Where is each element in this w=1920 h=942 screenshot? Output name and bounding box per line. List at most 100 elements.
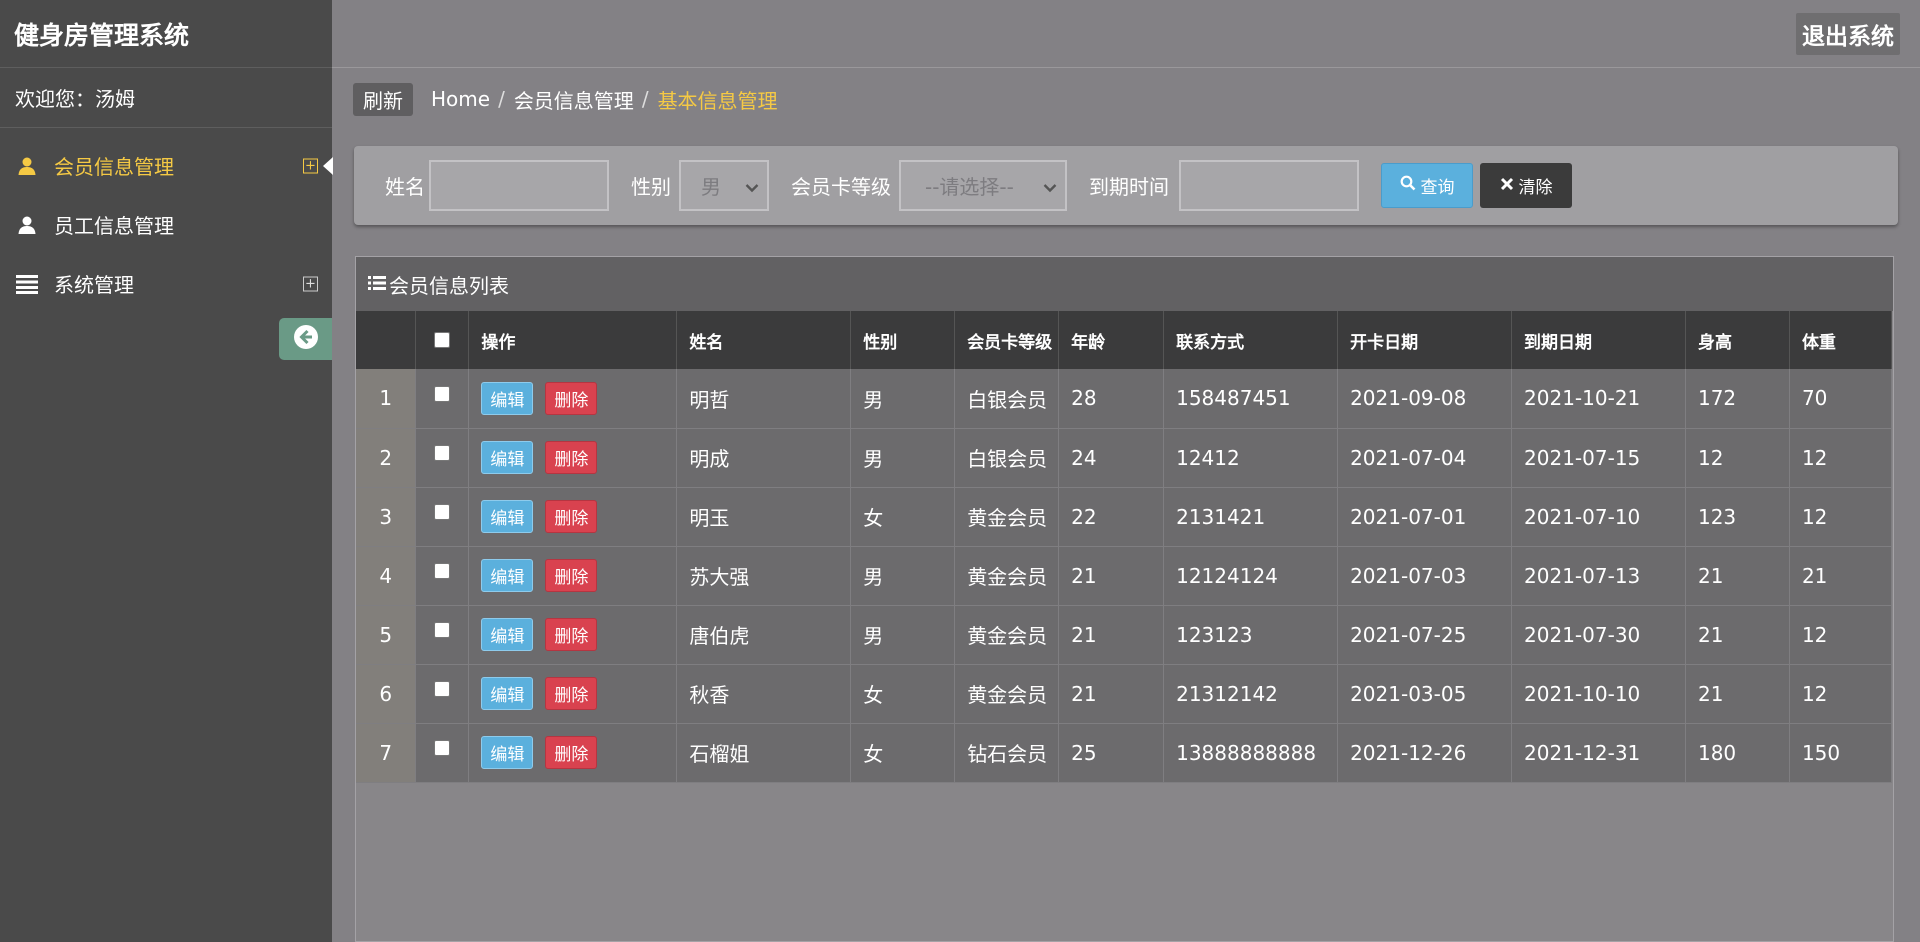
cell-end-date: 2021-10-10 [1511, 664, 1686, 724]
row-checkbox[interactable] [434, 385, 451, 402]
name-input[interactable] [429, 160, 609, 211]
delete-button[interactable]: 删除 [545, 618, 598, 651]
table-header-row: 操作 姓名 性别 会员卡等级 年龄 联系方式 开卡日期 到期日期 身高 体重 [356, 311, 1893, 369]
delete-button[interactable]: 删除 [545, 500, 598, 533]
row-checkbox[interactable] [434, 740, 451, 756]
expand-plus-icon[interactable]: + [303, 276, 318, 291]
cell-gender: 男 [850, 605, 956, 665]
expire-label: 到期时间 [1089, 175, 1169, 199]
list-icon [16, 273, 38, 295]
delete-button[interactable]: 删除 [545, 736, 598, 769]
cell-name: 秋香 [676, 664, 852, 724]
cell-start-date: 2021-07-25 [1337, 605, 1513, 665]
chevron-down-icon [1043, 174, 1057, 198]
sidebar-item-member-info[interactable]: 会员信息管理 + [0, 136, 333, 195]
sidebar-collapse-button[interactable] [279, 318, 332, 360]
cell-weight: 21 [1789, 546, 1893, 606]
delete-button[interactable]: 删除 [545, 559, 598, 592]
delete-button[interactable]: 删除 [545, 381, 598, 415]
cell-weight: 12 [1789, 664, 1893, 724]
edit-button[interactable]: 编辑 [481, 559, 534, 592]
row-checkbox[interactable] [434, 504, 451, 520]
card-level-select[interactable]: --请选择-- [899, 160, 1067, 211]
column-header-weight: 体重 [1789, 311, 1893, 369]
column-header-gender: 性别 [850, 311, 956, 369]
column-header-level: 会员卡等级 [954, 311, 1060, 369]
gender-select-value: 男 [701, 175, 721, 199]
row-select-cell [415, 487, 470, 547]
cell-level: 白银会员 [954, 428, 1060, 488]
row-index: 6 [356, 664, 417, 724]
delete-button[interactable]: 删除 [545, 441, 598, 474]
cell-gender: 女 [850, 664, 956, 724]
cell-weight: 12 [1789, 428, 1893, 488]
cell-age: 24 [1058, 428, 1165, 488]
cell-phone: 21312142 [1163, 664, 1339, 724]
clear-button[interactable]: 清除 [1480, 163, 1572, 208]
sidebar-item-staff-info[interactable]: 员工信息管理 [0, 195, 332, 254]
select-all-checkbox[interactable] [434, 332, 451, 348]
expire-date-input[interactable] [1179, 160, 1359, 211]
row-checkbox[interactable] [434, 563, 451, 579]
table-row: 7 编辑 删除 石榴姐 女 钻石会员 25 13888888888 2021-12… [356, 723, 1893, 783]
edit-button[interactable]: 编辑 [481, 618, 534, 651]
logout-button[interactable]: 退出系统 [1796, 13, 1900, 55]
cell-weight: 12 [1789, 487, 1893, 547]
cell-phone: 13888888888 [1163, 723, 1339, 783]
column-header-end-date: 到期日期 [1511, 311, 1686, 369]
cell-height: 123 [1685, 487, 1790, 547]
clear-button-label: 清除 [1518, 178, 1553, 198]
user-icon [16, 155, 38, 177]
gender-label: 性别 [631, 175, 671, 199]
cell-end-date: 2021-07-30 [1511, 605, 1686, 665]
edit-button[interactable]: 编辑 [481, 500, 534, 533]
expand-plus-icon[interactable]: + [303, 158, 318, 173]
breadcrumb-current: 基本信息管理 [657, 88, 778, 113]
cell-level: 白银会员 [954, 369, 1060, 429]
table-row: 1 编辑 删除 明哲 男 白银会员 28 158487451 2021-09-08… [356, 369, 1893, 429]
refresh-button[interactable]: 刷新 [353, 82, 413, 116]
list-header: 会员信息列表 [356, 257, 1893, 311]
gender-select[interactable]: 男 [679, 160, 769, 211]
delete-button[interactable]: 删除 [545, 677, 598, 710]
cell-height: 180 [1685, 723, 1790, 783]
column-header-age: 年龄 [1058, 311, 1165, 369]
column-header-height: 身高 [1685, 311, 1790, 369]
edit-button[interactable]: 编辑 [481, 441, 534, 474]
edit-button[interactable]: 编辑 [481, 736, 534, 769]
edit-button[interactable]: 编辑 [481, 677, 534, 710]
row-checkbox[interactable] [434, 622, 451, 638]
cell-name: 石榴姐 [676, 723, 852, 783]
row-select-cell [415, 605, 470, 665]
sidebar-item-system[interactable]: 系统管理 + [0, 254, 332, 313]
cell-height: 172 [1685, 369, 1790, 429]
row-checkbox[interactable] [434, 681, 451, 697]
top-bar: 退出系统 [332, 0, 1920, 68]
user-icon [16, 214, 38, 236]
edit-button[interactable]: 编辑 [481, 381, 534, 415]
cell-end-date: 2021-07-13 [1511, 546, 1686, 606]
cell-age: 21 [1058, 546, 1165, 606]
cell-start-date: 2021-09-08 [1337, 369, 1513, 429]
row-select-cell [415, 428, 470, 488]
cell-height: 21 [1685, 546, 1790, 606]
query-button[interactable]: 查询 [1381, 163, 1473, 208]
cell-age: 21 [1058, 664, 1165, 724]
breadcrumb-home[interactable]: Home [431, 87, 490, 111]
row-select-cell [415, 664, 470, 724]
breadcrumb-member-info[interactable]: 会员信息管理 [514, 85, 634, 114]
cell-height: 21 [1685, 664, 1790, 724]
app-title: 健身房管理系统 [0, 0, 332, 68]
sidebar-item-label: 员工信息管理 [54, 214, 174, 238]
row-index: 3 [356, 487, 417, 547]
row-checkbox[interactable] [434, 445, 451, 461]
cell-start-date: 2021-07-01 [1337, 487, 1513, 547]
column-header-index [356, 311, 417, 369]
row-actions: 编辑 删除 [468, 369, 678, 429]
card-level-select-value: --请选择-- [925, 175, 1014, 199]
sidebar-item-label: 会员信息管理 [54, 155, 174, 179]
breadcrumb: 刷新 Home / 会员信息管理 / 基本信息管理 [353, 82, 778, 116]
cell-name: 明哲 [676, 369, 852, 429]
cell-phone: 123123 [1163, 605, 1339, 665]
cell-phone: 158487451 [1163, 369, 1339, 429]
